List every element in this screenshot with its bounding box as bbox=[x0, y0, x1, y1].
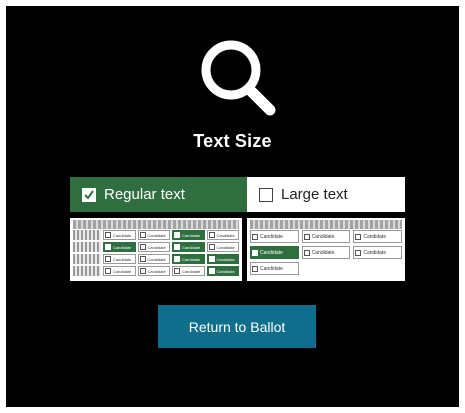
preview-checkbox bbox=[105, 244, 111, 250]
regular-text-label: Regular text bbox=[104, 186, 185, 203]
preview-candidate-label: Candidate bbox=[113, 268, 132, 274]
preview-candidate-label: Candidate bbox=[182, 256, 201, 262]
preview-candidate: Candidate bbox=[206, 230, 239, 240]
preview-candidate: Candidate bbox=[353, 246, 402, 259]
large-text-preview[interactable]: Candidate Candidate Candidate Candidate Cand… bbox=[247, 218, 405, 281]
preview-candidate: Candidate bbox=[137, 230, 170, 240]
contest-name bbox=[73, 266, 101, 276]
preview-candidate: Candidate bbox=[137, 242, 170, 252]
preview-candidate-label: Candidate bbox=[216, 244, 235, 250]
preview-candidate-label: Candidate bbox=[260, 233, 283, 240]
preview-candidate: Candidate bbox=[172, 242, 205, 252]
preview-checkbox bbox=[208, 256, 215, 262]
preview-candidate-label: Candidate bbox=[311, 249, 335, 256]
preview-checkbox bbox=[174, 232, 180, 238]
preview-checkbox bbox=[303, 249, 310, 256]
contest-name bbox=[73, 230, 101, 240]
large-text-option[interactable]: Large text bbox=[247, 177, 405, 212]
preview-candidate: Candidate bbox=[206, 242, 239, 252]
preview-checkbox bbox=[139, 232, 146, 238]
contest-name bbox=[73, 242, 101, 252]
preview-checkbox bbox=[105, 232, 111, 238]
preview-candidate-label: Candidate bbox=[182, 244, 201, 250]
preview-candidate-label: Candidate bbox=[113, 232, 132, 238]
preview-checkbox bbox=[252, 265, 258, 272]
preview-checkbox bbox=[139, 256, 146, 262]
preview-candidate: Candidate bbox=[103, 230, 136, 240]
preview-checkbox bbox=[252, 249, 258, 256]
preview-checkbox bbox=[105, 256, 111, 262]
regular-text-checkbox[interactable] bbox=[82, 187, 96, 202]
text-size-screen: Text Size Regular text Large text Candid… bbox=[6, 6, 459, 407]
preview-grid: Candidate Candidate Candidate Candidate Cand… bbox=[247, 230, 405, 275]
large-text-label: Large text bbox=[281, 186, 348, 203]
return-to-ballot-button[interactable]: Return to Ballot bbox=[158, 305, 316, 348]
preview-candidate-label: Candidate bbox=[363, 233, 387, 240]
preview-candidate: Candidate bbox=[301, 230, 351, 243]
preview-checkbox bbox=[208, 268, 215, 274]
preview-grid: Candidate Candidate Candidate Candidate Cand… bbox=[70, 230, 242, 276]
preview-checkbox bbox=[105, 268, 111, 274]
preview-candidate-label: Candidate bbox=[147, 256, 166, 262]
preview-candidate: Candidate bbox=[353, 230, 402, 243]
preview-checkbox bbox=[174, 256, 180, 262]
preview-candidate: Candidate bbox=[206, 254, 239, 264]
preview-candidate: Candidate bbox=[103, 254, 136, 264]
preview-checkbox bbox=[174, 244, 180, 250]
preview-checkbox bbox=[355, 249, 362, 256]
preview-candidate: Candidate bbox=[172, 230, 205, 240]
preview-candidate: Candidate bbox=[250, 246, 299, 259]
preview-checkbox bbox=[355, 233, 362, 240]
magnifying-glass-icon bbox=[201, 40, 276, 116]
preview-candidate-label: Candidate bbox=[363, 249, 387, 256]
preview-candidate: Candidate bbox=[250, 230, 299, 243]
preview-candidate: Candidate bbox=[172, 266, 205, 276]
preview-checkbox bbox=[208, 244, 215, 250]
preview-candidate-label: Candidate bbox=[113, 244, 132, 250]
preview-candidate: Candidate bbox=[103, 242, 136, 252]
preview-header bbox=[73, 220, 239, 229]
checkmark-icon bbox=[84, 189, 94, 200]
large-text-checkbox[interactable] bbox=[259, 187, 273, 202]
preview-candidate-label: Candidate bbox=[182, 232, 201, 238]
preview-candidate: Candidate bbox=[137, 266, 170, 276]
preview-candidate-label: Candidate bbox=[260, 249, 283, 256]
preview-candidate-label: Candidate bbox=[147, 268, 166, 274]
preview-candidate: Candidate bbox=[250, 262, 299, 275]
preview-checkbox bbox=[208, 232, 215, 238]
preview-candidate-label: Candidate bbox=[216, 232, 235, 238]
preview-candidate-label: Candidate bbox=[260, 265, 283, 272]
regular-text-option[interactable]: Regular text bbox=[70, 177, 256, 212]
preview-candidate-label: Candidate bbox=[113, 256, 132, 262]
preview-candidate-label: Candidate bbox=[311, 233, 335, 240]
regular-text-preview[interactable]: Candidate Candidate Candidate Candidate Cand… bbox=[70, 218, 242, 281]
preview-candidate-label: Candidate bbox=[216, 268, 235, 274]
preview-checkbox bbox=[174, 268, 180, 274]
preview-candidate: Candidate bbox=[137, 254, 170, 264]
preview-candidate-label: Candidate bbox=[147, 232, 166, 238]
preview-checkbox bbox=[252, 233, 258, 240]
preview-checkbox bbox=[139, 268, 146, 274]
preview-candidate: Candidate bbox=[103, 266, 136, 276]
preview-candidate-label: Candidate bbox=[216, 256, 235, 262]
preview-candidate: Candidate bbox=[172, 254, 205, 264]
contest-name bbox=[73, 254, 101, 264]
page-title: Text Size bbox=[193, 131, 272, 151]
preview-checkbox bbox=[303, 233, 310, 240]
preview-candidate: Candidate bbox=[301, 246, 351, 259]
preview-candidate-label: Candidate bbox=[147, 244, 166, 250]
preview-header bbox=[250, 220, 402, 229]
preview-candidate: Candidate bbox=[206, 266, 239, 276]
preview-checkbox bbox=[139, 244, 146, 250]
preview-candidate-label: Candidate bbox=[182, 268, 201, 274]
